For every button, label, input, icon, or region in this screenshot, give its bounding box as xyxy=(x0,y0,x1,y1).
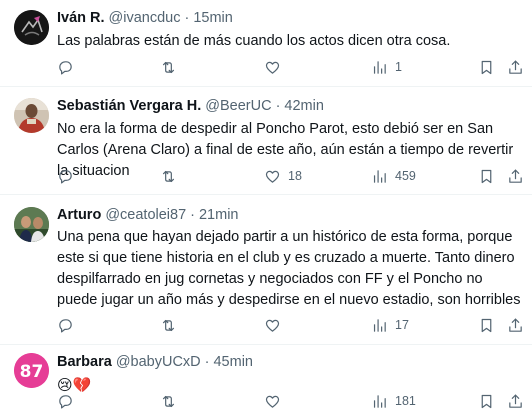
like-button[interactable] xyxy=(264,389,288,413)
tweet[interactable]: Sebastián Vergara H. @BeerUC · 42min No … xyxy=(0,87,532,195)
view-count: 181 xyxy=(395,394,416,408)
tweet-header: Arturo @ceatolei87 · 21min xyxy=(57,206,524,224)
bookmark-button[interactable] xyxy=(478,55,495,79)
timestamp[interactable]: 15min xyxy=(193,9,233,27)
like-button[interactable]: 18 xyxy=(264,164,302,188)
reply-icon xyxy=(59,60,72,74)
reply-button[interactable] xyxy=(57,164,74,188)
retweet-button[interactable] xyxy=(160,313,177,337)
action-bar: 17 xyxy=(57,313,524,337)
reply-button[interactable] xyxy=(57,389,74,413)
reply-icon xyxy=(59,394,72,408)
avatar[interactable]: 87 xyxy=(14,353,49,388)
views-button[interactable]: 181 xyxy=(371,389,416,413)
like-button[interactable] xyxy=(264,55,288,79)
action-bar: 181 xyxy=(57,389,524,413)
timestamp[interactable]: 42min xyxy=(284,97,324,115)
avatar[interactable] xyxy=(14,10,49,45)
heart-icon xyxy=(265,319,280,332)
avatar-image: 87 xyxy=(14,353,49,388)
share-icon xyxy=(509,394,522,408)
views-button[interactable]: 459 xyxy=(371,164,416,188)
heart-icon xyxy=(265,61,280,74)
views-button[interactable]: 17 xyxy=(371,313,409,337)
reply-button[interactable] xyxy=(57,313,74,337)
heart-icon xyxy=(265,395,280,408)
views-icon xyxy=(373,169,386,183)
like-button[interactable] xyxy=(264,313,288,337)
bookmark-icon xyxy=(481,169,492,183)
views-button[interactable]: 1 xyxy=(371,55,402,79)
separator-dot: · xyxy=(190,207,195,223)
share-icon xyxy=(509,318,522,332)
bookmark-icon xyxy=(481,318,492,332)
reply-button[interactable] xyxy=(57,55,74,79)
bookmark-button[interactable] xyxy=(478,389,495,413)
share-icon xyxy=(509,60,522,74)
tweet-header: Iván R. @ivancduc · 15min xyxy=(57,9,524,27)
bookmark-button[interactable] xyxy=(478,164,495,188)
view-count: 17 xyxy=(395,318,409,332)
bookmark-icon xyxy=(481,394,492,408)
views-icon xyxy=(373,318,386,332)
tweet-header: Barbara @babyUCxD · 45min xyxy=(57,353,524,371)
retweet-icon xyxy=(162,170,175,182)
retweet-icon xyxy=(162,319,175,331)
tweet-text: Las palabras están de más cuando los act… xyxy=(57,33,451,49)
like-count: 18 xyxy=(288,169,302,183)
timestamp[interactable]: 21min xyxy=(199,206,239,224)
tweet-header: Sebastián Vergara H. @BeerUC · 42min xyxy=(57,97,524,115)
author-name[interactable]: Arturo xyxy=(57,206,101,224)
avatar-image xyxy=(14,98,49,133)
avatar[interactable] xyxy=(14,98,49,133)
avatar[interactable] xyxy=(14,207,49,242)
timestamp[interactable]: 45min xyxy=(213,353,253,371)
author-handle[interactable]: @babyUCxD xyxy=(116,353,201,371)
reply-icon xyxy=(59,318,72,332)
retweet-icon xyxy=(162,395,175,407)
reply-icon xyxy=(59,169,72,183)
tweet-text: Una pena que hayan dejado partir a un hi… xyxy=(57,229,521,308)
avatar-image xyxy=(14,207,49,242)
tweet[interactable]: 87 Barbara @babyUCxD · 45min 😢💔 181 xyxy=(0,345,532,417)
author-name[interactable]: Barbara xyxy=(57,353,112,371)
tweet[interactable]: Iván R. @ivancduc · 15min Las palabras e… xyxy=(0,0,532,87)
retweet-icon xyxy=(162,61,175,73)
author-handle[interactable]: @ivancduc xyxy=(109,9,181,27)
heart-icon xyxy=(265,170,280,183)
separator-dot: · xyxy=(275,98,281,114)
bookmark-button[interactable] xyxy=(478,313,495,337)
share-button[interactable] xyxy=(507,164,524,188)
avatar-image xyxy=(14,10,49,45)
separator-dot: · xyxy=(204,354,210,370)
share-icon xyxy=(509,169,522,183)
author-name[interactable]: Sebastián Vergara H. xyxy=(57,97,201,115)
tweet-feed: Iván R. @ivancduc · 15min Las palabras e… xyxy=(0,0,532,417)
separator-dot: · xyxy=(184,10,190,26)
bookmark-icon xyxy=(481,60,492,74)
author-handle[interactable]: @BeerUC xyxy=(205,97,271,115)
author-name[interactable]: Iván R. xyxy=(57,9,105,27)
share-button[interactable] xyxy=(507,389,524,413)
view-count: 459 xyxy=(395,169,416,183)
views-icon xyxy=(373,394,386,408)
retweet-button[interactable] xyxy=(160,164,177,188)
avatar-logo-text: 87 xyxy=(20,362,44,382)
author-handle[interactable]: @ceatolei87 xyxy=(105,206,186,224)
retweet-button[interactable] xyxy=(160,55,177,79)
share-button[interactable] xyxy=(507,313,524,337)
view-count: 1 xyxy=(395,60,402,74)
share-button[interactable] xyxy=(507,55,524,79)
action-bar: 18 459 xyxy=(57,164,524,188)
action-bar: 1 xyxy=(57,55,524,79)
retweet-button[interactable] xyxy=(160,389,177,413)
views-icon xyxy=(373,60,386,74)
tweet[interactable]: Arturo @ceatolei87 · 21min Una pena que … xyxy=(0,195,532,345)
